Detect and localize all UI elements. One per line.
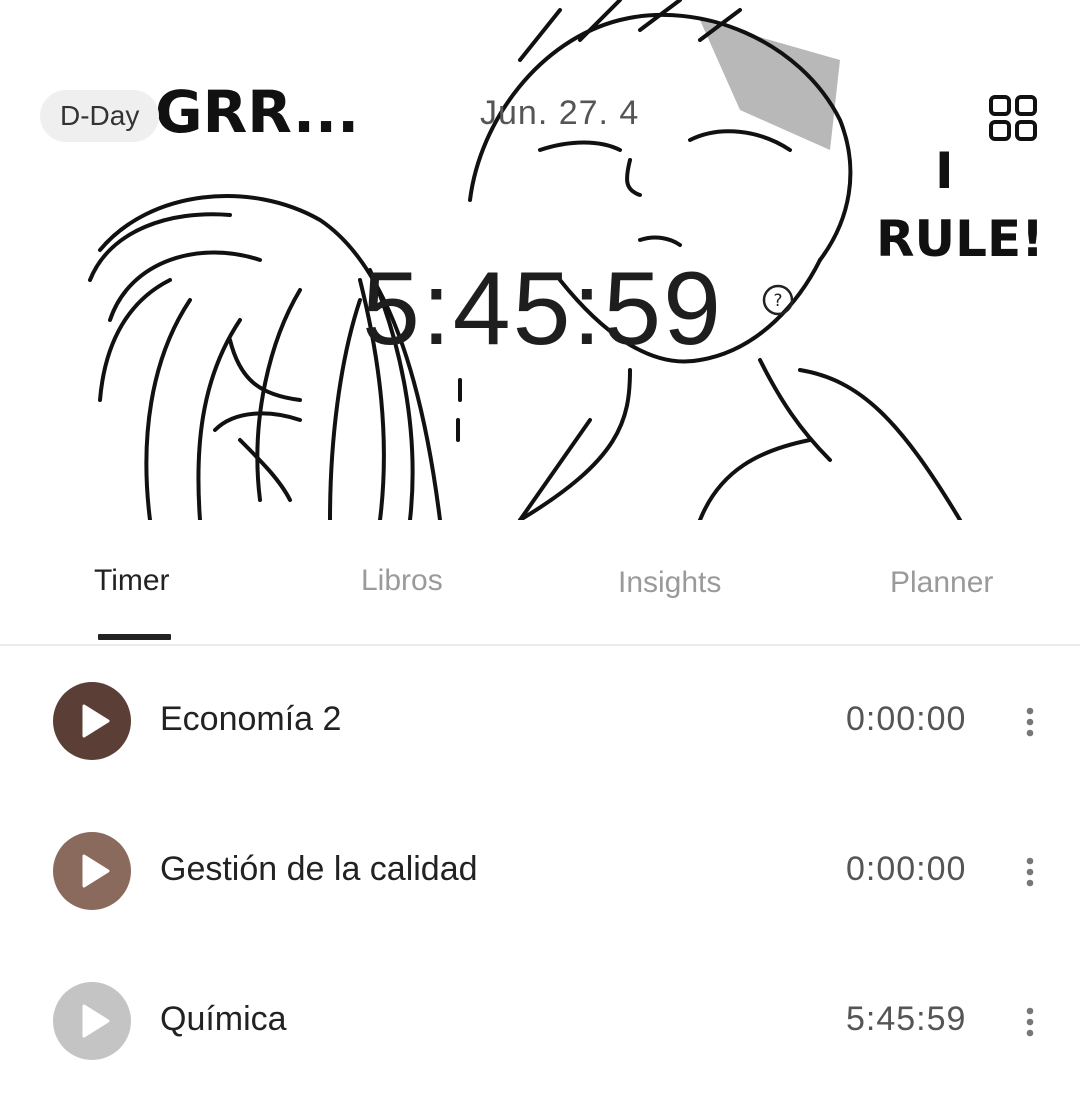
header-banner: GRR... I RULE! D-Day Jun. 27. 4 5:45:59 …	[0, 0, 1080, 520]
play-button[interactable]	[53, 682, 131, 760]
more-options-icon[interactable]	[1018, 706, 1042, 738]
tab-planner[interactable]: Planner	[890, 566, 993, 600]
subject-time: 0:00:00	[846, 850, 967, 888]
play-icon	[82, 854, 110, 888]
dday-label: D-Day	[60, 100, 140, 131]
list-item: Gestión de la calidad 0:00:00	[0, 832, 1080, 952]
grid-icon[interactable]	[988, 94, 1038, 142]
list-item: Química 5:45:59	[0, 982, 1080, 1102]
subject-time: 5:45:59	[846, 1000, 967, 1038]
active-tab-indicator	[98, 634, 171, 640]
art-text-rule: RULE!	[876, 210, 1044, 268]
subject-name: Economía 2	[160, 700, 342, 738]
subject-name: Gestión de la calidad	[160, 850, 478, 888]
more-options-icon[interactable]	[1018, 1006, 1042, 1038]
dday-button[interactable]: D-Day	[40, 90, 160, 142]
tab-libros[interactable]: Libros	[361, 564, 443, 598]
subject-time: 0:00:00	[846, 700, 967, 738]
date-label: Jun. 27. 4	[480, 94, 640, 132]
more-options-icon[interactable]	[1018, 856, 1042, 888]
art-text-grr: GRR...	[155, 78, 359, 146]
art-text-i: I	[935, 142, 954, 200]
list-item: Economía 2 0:00:00	[0, 682, 1080, 802]
play-icon	[82, 1004, 110, 1038]
total-timer: 5:45:59	[362, 251, 723, 367]
tab-timer[interactable]: Timer	[94, 564, 170, 598]
svg-text:?: ?	[773, 291, 782, 311]
tab-bar: Timer Libros Insights Planner	[0, 520, 1080, 646]
play-icon	[82, 704, 110, 738]
subject-name: Química	[160, 1000, 287, 1038]
play-button[interactable]	[53, 982, 131, 1060]
play-button[interactable]	[53, 832, 131, 910]
question-icon[interactable]: ?	[762, 284, 794, 316]
tab-insights[interactable]: Insights	[618, 566, 721, 600]
